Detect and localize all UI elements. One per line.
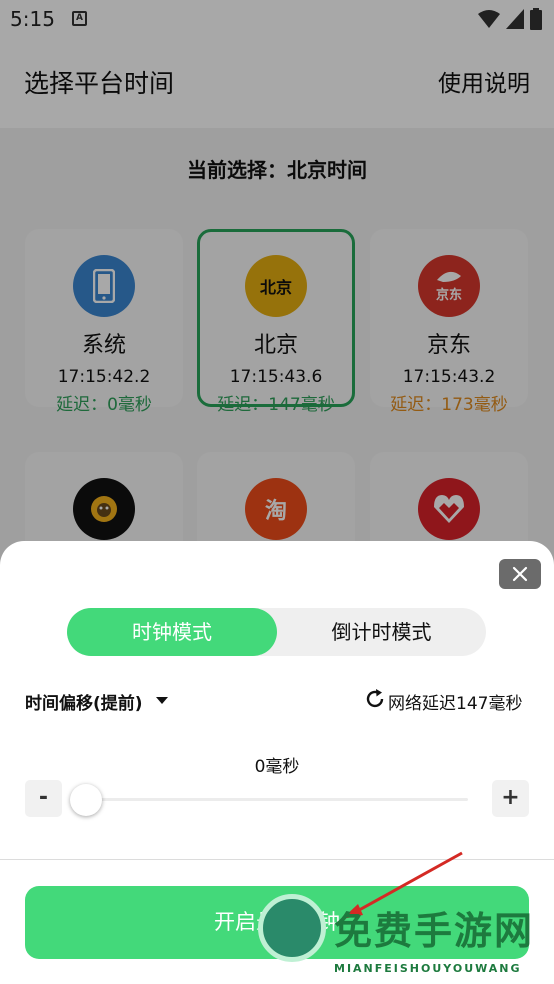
close-icon [512, 566, 528, 582]
increment-button[interactable]: + [492, 780, 529, 817]
watermark: 免费手游网 MIANFEISHOUYOUWANG [258, 892, 550, 982]
offset-dropdown[interactable]: 时间偏移(提前) [25, 689, 143, 714]
watermark-logo [258, 894, 326, 962]
caret-down-icon[interactable] [156, 697, 168, 704]
close-button[interactable] [499, 559, 541, 589]
network-delay-label: 网络延迟147毫秒 [388, 694, 523, 714]
refresh-icon[interactable] [363, 687, 387, 711]
offset-value: 0毫秒 [254, 757, 300, 777]
watermark-subtext: MIANFEISHOUYOUWANG [334, 962, 522, 975]
offset-slider-track[interactable] [86, 798, 468, 801]
mode-switch: 时钟模式 倒计时模式 [67, 608, 486, 656]
tab-countdown-mode[interactable]: 倒计时模式 [277, 608, 486, 656]
watermark-text: 免费手游网 [334, 908, 535, 953]
decrement-button[interactable]: - [25, 780, 62, 817]
offset-slider-thumb[interactable] [70, 784, 102, 816]
divider [0, 859, 554, 860]
tab-clock-mode[interactable]: 时钟模式 [67, 608, 277, 656]
